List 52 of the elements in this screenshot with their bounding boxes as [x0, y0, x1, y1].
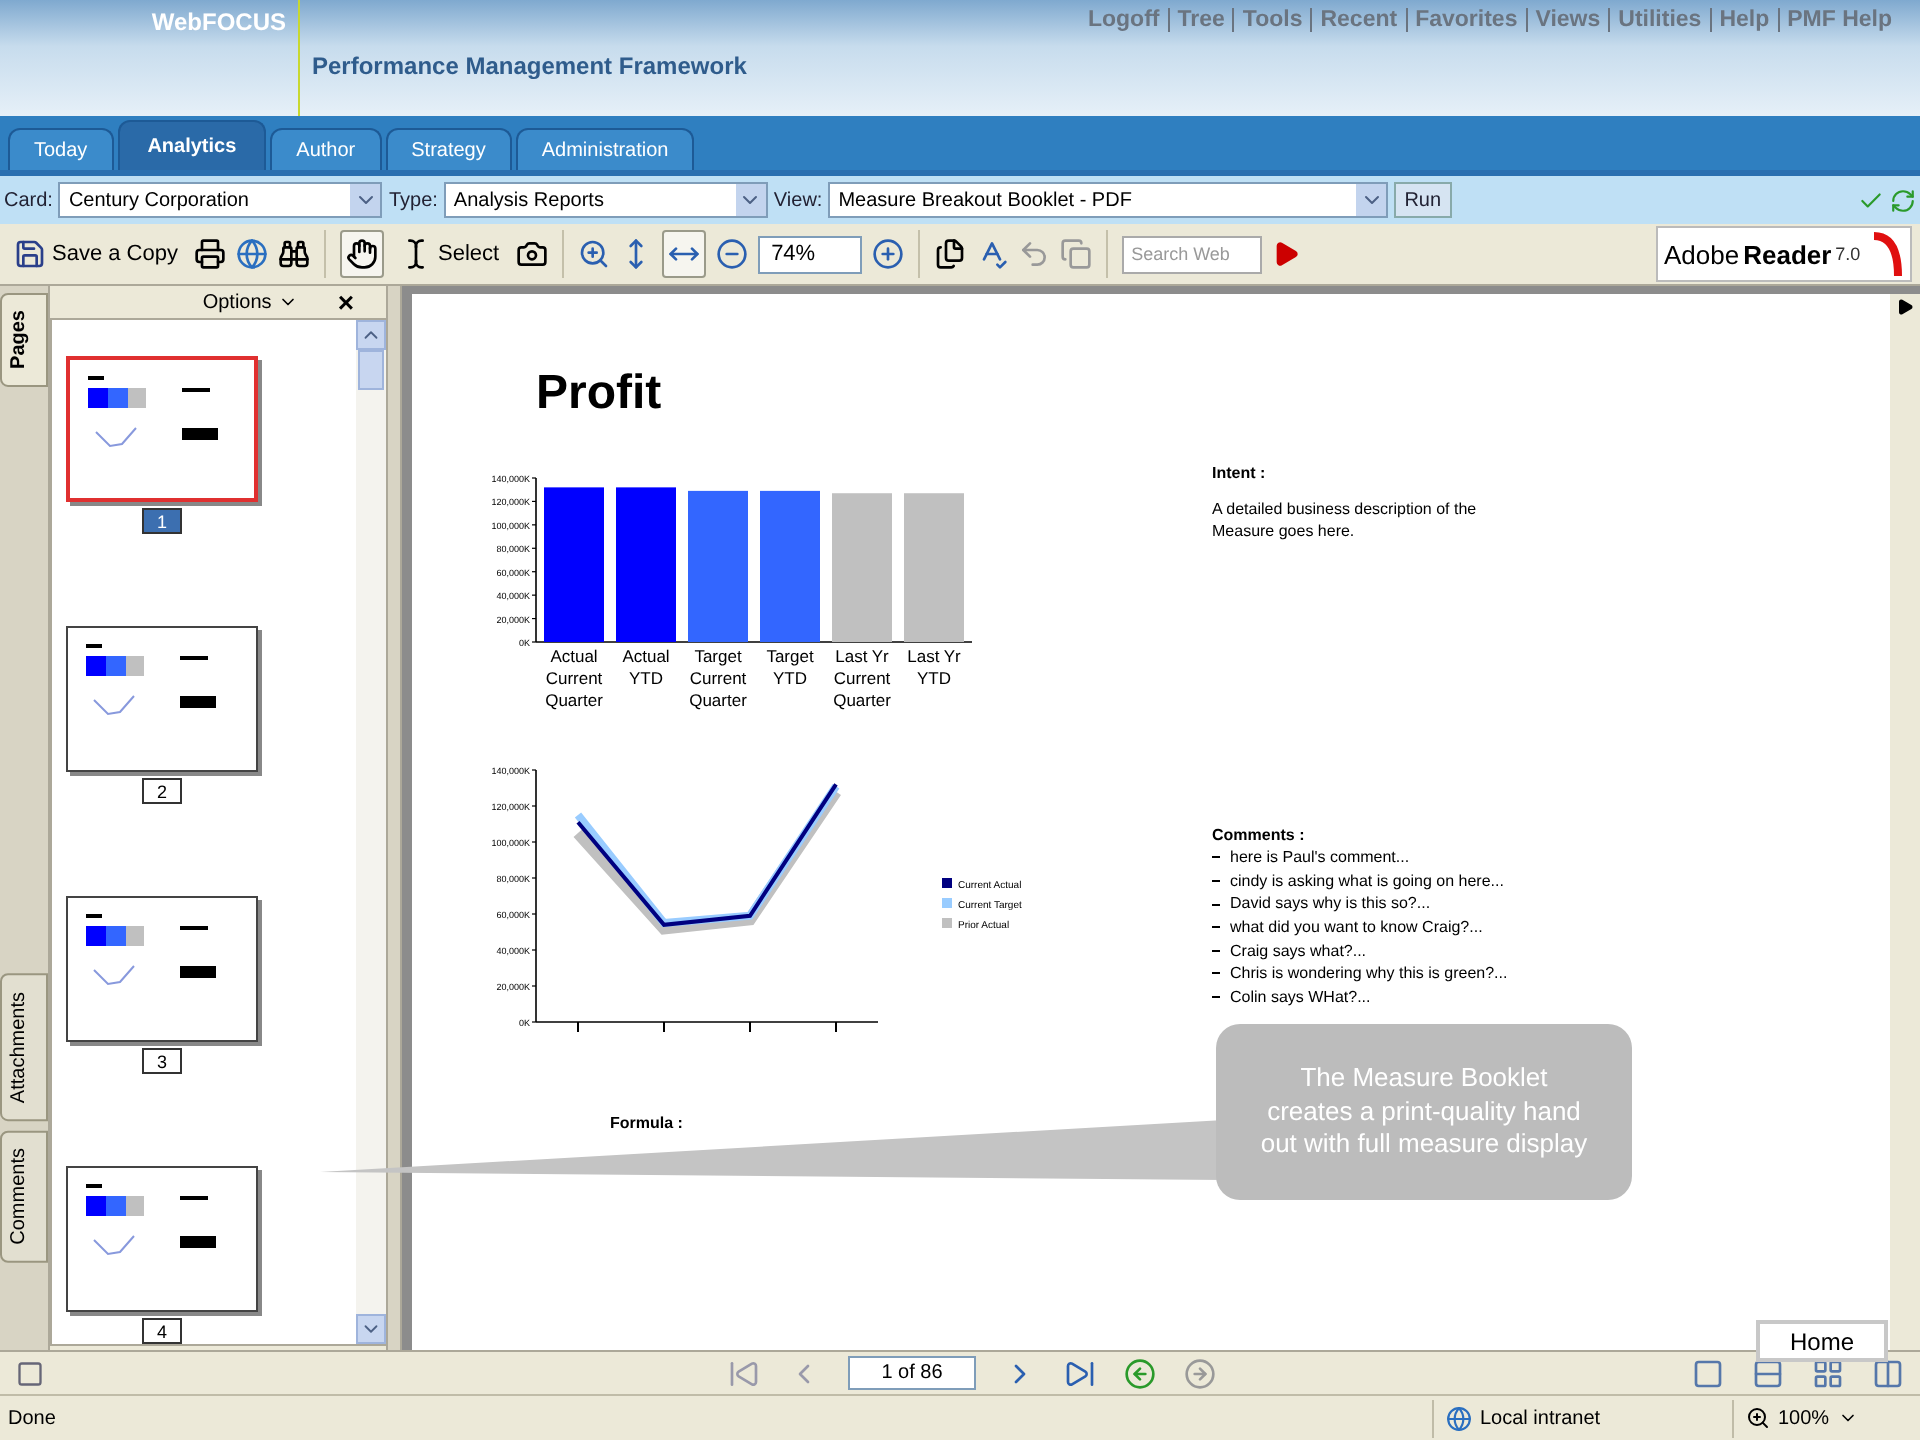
- status-text: Done: [8, 1407, 56, 1429]
- page-title: Profit: [536, 366, 664, 422]
- search-field[interactable]: Search Web: [1121, 235, 1262, 273]
- filter-label: View:: [773, 189, 823, 211]
- save-copy-button[interactable]: Save a Copy: [8, 230, 184, 278]
- comment-text: Chris is wondering why this is green?...: [1230, 962, 1508, 986]
- app-subtitle: Performance Management Framework: [312, 52, 747, 84]
- side-tab[interactable]: Comments: [0, 1129, 48, 1262]
- zoom-field[interactable]: 74%: [757, 235, 862, 273]
- comment-text: David says why is this so?...: [1230, 892, 1431, 916]
- nav-tab[interactable]: Author: [270, 128, 382, 170]
- page-number-label: 4: [142, 1318, 182, 1344]
- intent-label: Intent :: [1212, 464, 1268, 482]
- comment-text: here is Paul's comment...: [1230, 846, 1410, 870]
- comment-text: Colin says WHat?...: [1230, 985, 1371, 1009]
- nav-tab[interactable]: Administration: [515, 128, 695, 170]
- comment-text: Craig says what?...: [1230, 939, 1367, 963]
- filter-select[interactable]: Century Corporation: [58, 182, 383, 218]
- close-button[interactable]: ×: [337, 286, 354, 318]
- zone-text: Local intranet: [1480, 1407, 1601, 1429]
- page-field[interactable]: 1 of 86: [848, 1356, 976, 1390]
- nav-tab[interactable]: Today: [8, 128, 114, 170]
- reader-logo: Adobe Reader 7.0: [1656, 226, 1912, 282]
- run-button[interactable]: Run: [1394, 182, 1452, 218]
- filter-label: Type:: [388, 189, 438, 211]
- comment-text: cindy is asking what is going on here...: [1230, 869, 1504, 893]
- page-number-label: 1: [142, 508, 182, 534]
- side-tab[interactable]: Pages: [0, 292, 48, 387]
- home-button[interactable]: Home: [1756, 1320, 1888, 1362]
- page-number-label: 2: [142, 778, 182, 804]
- select-button[interactable]: Select: [393, 230, 506, 278]
- nav-tab[interactable]: Strategy: [385, 128, 512, 170]
- side-tab[interactable]: Attachments: [0, 974, 48, 1122]
- zoom-level[interactable]: 100%: [1778, 1407, 1830, 1429]
- filter-select[interactable]: Analysis Reports: [443, 182, 768, 218]
- formula-label: Formula :: [610, 1114, 685, 1132]
- axis-category-label: Target YTD: [766, 646, 814, 688]
- filter-label: Card:: [4, 189, 53, 211]
- comments-label: Comments :: [1212, 823, 1307, 847]
- nav-tab[interactable]: Analytics: [117, 120, 267, 170]
- axis-category-label: Actual YTD: [622, 646, 670, 688]
- intent-text: A detailed business description of the Measure goes here.: [1212, 500, 1479, 544]
- axis-category-label: Last Yr YTD: [907, 646, 961, 688]
- options-button[interactable]: Options: [190, 289, 310, 315]
- axis-category-label: Last Yr Current Quarter: [833, 646, 891, 710]
- filter-select[interactable]: Measure Breakout Booklet - PDF: [828, 182, 1389, 218]
- comment-text: what did you want to know Craig?...: [1230, 915, 1483, 940]
- axis-category-label: Target Current Quarter: [689, 646, 747, 710]
- product-name: WebFOCUS: [151, 8, 286, 36]
- callout: The Measure Booklet creates a print-quality hand out with full measure display: [1216, 1024, 1632, 1200]
- page-number-label: 3: [142, 1048, 182, 1074]
- axis-category-label: Actual Current Quarter: [545, 646, 603, 710]
